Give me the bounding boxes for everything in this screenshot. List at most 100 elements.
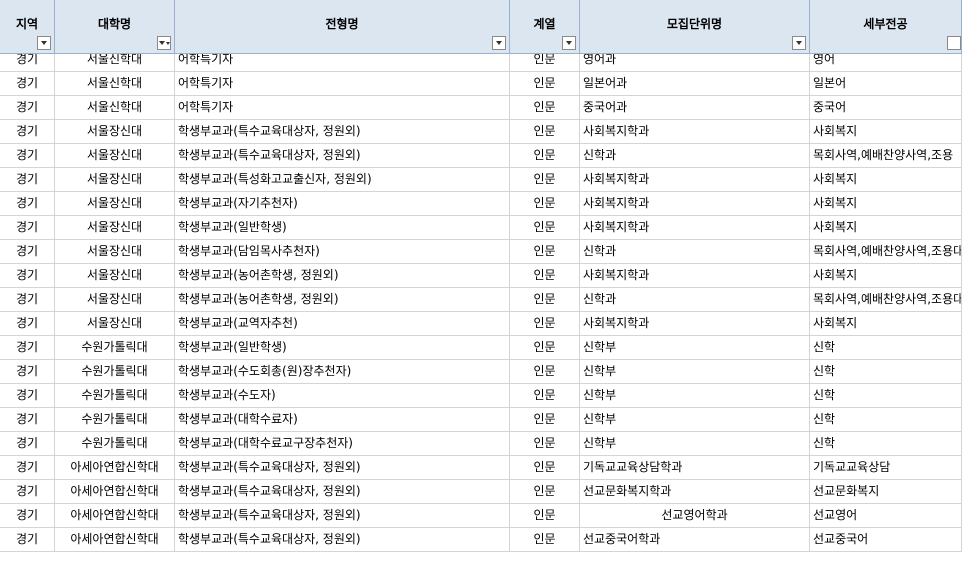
region-cell[interactable]: 경기: [0, 528, 55, 552]
unit-cell[interactable]: 신학부: [580, 336, 810, 360]
track-cell[interactable]: 인문: [510, 264, 580, 288]
region-cell[interactable]: 경기: [0, 120, 55, 144]
region-cell[interactable]: 경기: [0, 96, 55, 120]
unit-cell[interactable]: 선교문화복지학과: [580, 480, 810, 504]
region-cell[interactable]: 경기: [0, 264, 55, 288]
admission-type-cell[interactable]: 학생부교과(특수교육대상자, 정원외): [175, 528, 510, 552]
region-cell[interactable]: 경기: [0, 384, 55, 408]
university-cell[interactable]: 서울장신대: [55, 288, 175, 312]
region-cell[interactable]: 경기: [0, 192, 55, 216]
column-header-region[interactable]: 지역: [0, 0, 55, 54]
track-cell[interactable]: 인문: [510, 144, 580, 168]
admission-type-cell[interactable]: 학생부교과(자기추천자): [175, 192, 510, 216]
region-cell[interactable]: 경기: [0, 456, 55, 480]
admission-type-cell[interactable]: 학생부교과(대학수료자): [175, 408, 510, 432]
filter-dropdown-icon[interactable]: [492, 36, 506, 50]
unit-cell[interactable]: 신학과: [580, 240, 810, 264]
region-cell[interactable]: 경기: [0, 360, 55, 384]
major-cell[interactable]: 선교중국어: [810, 528, 962, 552]
major-cell[interactable]: 중국어: [810, 96, 962, 120]
track-cell[interactable]: 인문: [510, 72, 580, 96]
track-cell[interactable]: 인문: [510, 408, 580, 432]
admission-type-cell[interactable]: 학생부교과(수도자): [175, 384, 510, 408]
university-cell[interactable]: 수원가톨릭대: [55, 384, 175, 408]
major-cell[interactable]: 선교문화복지: [810, 480, 962, 504]
track-cell[interactable]: 인문: [510, 528, 580, 552]
unit-cell[interactable]: 중국어과: [580, 96, 810, 120]
university-cell[interactable]: 서울신학대: [55, 72, 175, 96]
unit-cell[interactable]: 기독교교육상담학과: [580, 456, 810, 480]
major-cell[interactable]: 사회복지: [810, 168, 962, 192]
admission-type-cell[interactable]: 학생부교과(특수교육대상자, 정원외): [175, 504, 510, 528]
unit-cell[interactable]: 신학과: [580, 144, 810, 168]
filter-dropdown-icon[interactable]: [792, 36, 806, 50]
admission-type-cell[interactable]: 학생부교과(특성화고교출신자, 정원외): [175, 168, 510, 192]
track-cell[interactable]: 인문: [510, 312, 580, 336]
filter-dropdown-icon[interactable]: [562, 36, 576, 50]
university-cell[interactable]: 수원가톨릭대: [55, 408, 175, 432]
major-cell[interactable]: 사회복지: [810, 312, 962, 336]
university-cell[interactable]: 아세아연합신학대: [55, 480, 175, 504]
column-header-admission-type[interactable]: 전형명: [175, 0, 510, 54]
admission-type-cell[interactable]: 학생부교과(특수교육대상자, 정원외): [175, 456, 510, 480]
admission-type-cell[interactable]: 학생부교과(일반학생): [175, 336, 510, 360]
admission-type-cell[interactable]: 어학특기자: [175, 96, 510, 120]
university-cell[interactable]: 서울장신대: [55, 120, 175, 144]
unit-cell[interactable]: 신학부: [580, 384, 810, 408]
major-cell[interactable]: 기독교교육상담: [810, 456, 962, 480]
unit-cell[interactable]: 신학과: [580, 288, 810, 312]
university-cell[interactable]: 수원가톨릭대: [55, 360, 175, 384]
track-cell[interactable]: 인문: [510, 384, 580, 408]
region-cell[interactable]: 경기: [0, 144, 55, 168]
university-cell[interactable]: 서울장신대: [55, 192, 175, 216]
column-header-unit[interactable]: 모집단위명: [580, 0, 810, 54]
region-cell[interactable]: 경기: [0, 240, 55, 264]
admission-type-cell[interactable]: 학생부교과(특수교육대상자, 정원외): [175, 120, 510, 144]
university-cell[interactable]: 서울장신대: [55, 264, 175, 288]
unit-cell[interactable]: 사회복지학과: [580, 312, 810, 336]
unit-cell[interactable]: 신학부: [580, 360, 810, 384]
region-cell[interactable]: 경기: [0, 72, 55, 96]
unit-cell[interactable]: 선교영어학과: [580, 504, 810, 528]
unit-cell[interactable]: 신학부: [580, 432, 810, 456]
university-cell[interactable]: 아세아연합신학대: [55, 528, 175, 552]
region-cell[interactable]: 경기: [0, 288, 55, 312]
major-cell[interactable]: 신학: [810, 408, 962, 432]
major-cell[interactable]: 사회복지: [810, 264, 962, 288]
unit-cell[interactable]: 사회복지학과: [580, 168, 810, 192]
track-cell[interactable]: 인문: [510, 432, 580, 456]
unit-cell[interactable]: 사회복지학과: [580, 192, 810, 216]
major-cell[interactable]: 신학: [810, 432, 962, 456]
region-cell[interactable]: 경기: [0, 408, 55, 432]
unit-cell[interactable]: 사회복지학과: [580, 120, 810, 144]
major-cell[interactable]: 신학: [810, 360, 962, 384]
region-cell[interactable]: 경기: [0, 432, 55, 456]
track-cell[interactable]: 인문: [510, 288, 580, 312]
university-cell[interactable]: 아세아연합신학대: [55, 504, 175, 528]
university-cell[interactable]: 서울장신대: [55, 216, 175, 240]
major-cell[interactable]: 사회복지: [810, 216, 962, 240]
major-cell[interactable]: 선교영어: [810, 504, 962, 528]
admission-type-cell[interactable]: 학생부교과(담임목사추천자): [175, 240, 510, 264]
major-cell[interactable]: 목회사역,예배찬양사역,조용대안교육,자연치유-: [810, 240, 962, 264]
university-cell[interactable]: 수원가톨릭대: [55, 432, 175, 456]
region-cell[interactable]: 경기: [0, 480, 55, 504]
admission-type-cell[interactable]: 학생부교과(농어촌학생, 정원외): [175, 288, 510, 312]
major-cell[interactable]: 일본어: [810, 72, 962, 96]
track-cell[interactable]: 인문: [510, 360, 580, 384]
filter-dropdown-icon[interactable]: [37, 36, 51, 50]
unit-cell[interactable]: 신학부: [580, 408, 810, 432]
university-cell[interactable]: 서울장신대: [55, 312, 175, 336]
track-cell[interactable]: 인문: [510, 168, 580, 192]
university-cell[interactable]: 아세아연합신학대: [55, 456, 175, 480]
admission-type-cell[interactable]: 학생부교과(수도회총(원)장추천자): [175, 360, 510, 384]
filter-dropdown-icon[interactable]: [947, 36, 961, 50]
major-cell[interactable]: 신학: [810, 384, 962, 408]
admission-type-cell[interactable]: 학생부교과(교역자추천): [175, 312, 510, 336]
major-cell[interactable]: 사회복지: [810, 192, 962, 216]
column-header-university[interactable]: 대학명: [55, 0, 175, 54]
university-cell[interactable]: 서울장신대: [55, 168, 175, 192]
track-cell[interactable]: 인문: [510, 96, 580, 120]
university-cell[interactable]: 서울장신대: [55, 144, 175, 168]
admission-type-cell[interactable]: 학생부교과(대학수료교구장추천자): [175, 432, 510, 456]
